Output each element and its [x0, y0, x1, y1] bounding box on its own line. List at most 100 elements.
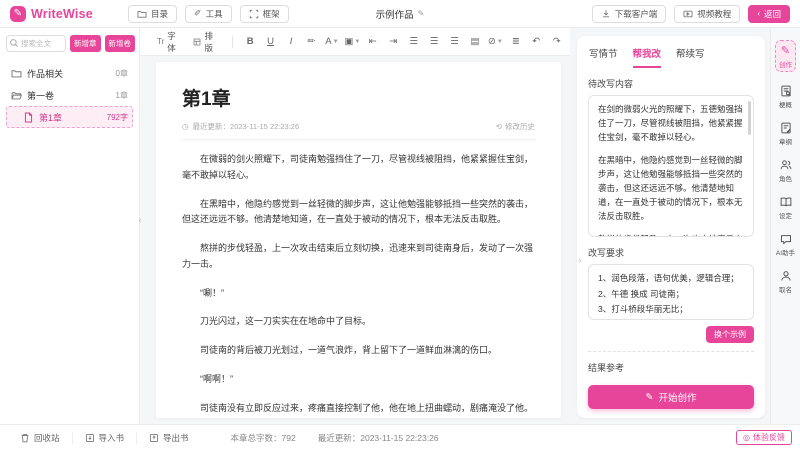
tools-label: 工具 [206, 8, 223, 20]
strip-label: 章纲 [779, 136, 792, 146]
add-chapter-button[interactable]: 新增章 [70, 35, 101, 52]
download-client-button[interactable]: 下载客户端 [592, 5, 667, 23]
trash-icon [20, 433, 30, 443]
rewrite-scrollbar[interactable] [748, 101, 751, 135]
tree-item-chapter-1[interactable]: 第1章 792字 [6, 106, 133, 128]
clear-format-button[interactable]: ⊘▼ [487, 33, 503, 51]
back-button[interactable]: ‹ 返回 [748, 5, 790, 23]
strip-label: 创作 [779, 59, 792, 69]
revision-history-label: 修改历史 [505, 121, 535, 132]
download-label: 下载客户端 [615, 8, 658, 20]
result-reference-label: 结果参考 [588, 361, 754, 374]
doc-paragraph: “啊啊！” [182, 372, 535, 388]
book-icon [780, 196, 792, 208]
tools-button[interactable]: ✐ 工具 [185, 5, 232, 23]
editor-toolbar: Tr 字体 排版 B U I ✏ A▼ ▣▼ ⇤ ⇥ ☰ ☰ ☰ ▤ ⊘▼ ≣ … [140, 28, 577, 56]
import-book-label: 导入书 [99, 432, 125, 444]
rewrite-content-input[interactable]: 在剑的微弱火光的照耀下，五德勉强挡住了一刀，尽管视线被阻挡，他紧紧握住宝剑，毫不… [588, 95, 754, 237]
doc-paragraph: “唰！” [182, 286, 535, 302]
align-justify-button[interactable]: ▤ [467, 33, 483, 51]
export-book-button[interactable]: 导出书 [136, 432, 201, 444]
strip-label: AI助手 [776, 247, 795, 257]
add-volume-button[interactable]: 新增卷 [105, 35, 136, 52]
search-icon [9, 38, 19, 48]
strip-label: 设定 [779, 210, 792, 220]
rewrite-requirements-input[interactable]: 1、润色段落，语句优美，逻辑合理； 2、午德 换成 司徒南； 3、打斗桥段华丽无… [588, 264, 754, 320]
edit-title-icon[interactable]: ✎ [418, 9, 425, 18]
creation-pen-icon: ✎ [781, 44, 790, 57]
tab-help-rewrite[interactable]: 帮我改 [633, 46, 662, 68]
recycle-bin-button[interactable]: 回收站 [8, 432, 72, 444]
quill-icon: ✎ [646, 392, 654, 403]
frame-label: 框架 [263, 8, 280, 20]
section-divider [588, 351, 754, 352]
last-updated-status: 最近更新：2023-11-15 22:23:26 [318, 432, 439, 444]
tab-write-plot[interactable]: 写情节 [589, 46, 618, 68]
underline-button[interactable]: U [262, 33, 278, 51]
tree-item-count: 792字 [107, 112, 128, 123]
strip-item-naming[interactable]: 取名 [779, 270, 792, 294]
layout-menu-button[interactable]: 排版 [188, 28, 223, 56]
doc-paragraph: 司徒南的背后被刀光划过，一道气浪炸，背上留下了一道鲜血淋漓的伤口。 [182, 343, 535, 359]
import-book-button[interactable]: 导入书 [72, 432, 137, 444]
align-left-button[interactable]: ☰ [405, 33, 421, 51]
app-logo: ✎ WriteWise [10, 6, 128, 22]
pen-icon: ✐ [194, 8, 202, 19]
layout-icon [193, 37, 201, 47]
strip-item-ai-assistant[interactable]: AI助手 [776, 233, 795, 257]
chapter-title: 第1章 [182, 84, 535, 111]
document-scroll-area[interactable]: 第1章 ◷ 最近更新：2023-11-15 22:23:26 ⟲ 修改历史 在微… [140, 56, 577, 424]
requirement-line: 3、打斗桥段华丽无比； [598, 302, 744, 317]
indent-increase-button[interactable]: ⇥ [385, 33, 401, 51]
redo-button[interactable]: ↷ [548, 33, 564, 51]
font-icon: Tr [157, 37, 164, 46]
doc-paragraph: 刀光闪过，这一刀实实在在地命中了目标。 [182, 314, 535, 330]
align-center-button[interactable]: ☰ [426, 33, 442, 51]
logo-text: WriteWise [31, 7, 93, 21]
tree-item-volume-1[interactable]: 第一卷 1章 [6, 84, 133, 106]
tree-item-label: 作品相关 [27, 67, 63, 80]
italic-button[interactable]: I [283, 33, 299, 51]
indent-decrease-button[interactable]: ⇤ [365, 33, 381, 51]
word-count-text: 本章总字数：792 [231, 432, 296, 444]
highlight-button[interactable]: ✏ [303, 33, 319, 51]
clock-icon: ◷ [182, 122, 189, 131]
tree-item-work-related[interactable]: 作品相关 0章 [6, 62, 133, 84]
line-spacing-button[interactable]: ≣ [508, 33, 524, 51]
strip-item-synopsis[interactable]: 梗概 [779, 85, 792, 109]
strip-item-characters[interactable]: 角色 [779, 159, 792, 183]
folder-icon [137, 9, 147, 19]
feedback-button[interactable]: ◎ 体验反馈 [736, 430, 792, 445]
strip-item-chapter-outline[interactable]: 章纲 [779, 122, 792, 146]
frame-button[interactable]: 框架 [240, 5, 289, 23]
feedback-label: 体验反馈 [753, 432, 785, 443]
tab-help-continue[interactable]: 帮续写 [676, 46, 705, 68]
insert-image-button[interactable]: ▣▼ [344, 33, 360, 51]
catalog-button[interactable]: 目录 [128, 5, 177, 23]
font-color-button[interactable]: A▼ [324, 33, 340, 51]
document-page[interactable]: 第1章 ◷ 最近更新：2023-11-15 22:23:26 ⟲ 修改历史 在微… [156, 62, 561, 418]
start-creation-button[interactable]: ✎ 开始创作 [588, 385, 754, 409]
feature-strip: ✎ 创作 梗概 章纲 角色 设定 AI助手 取名 [770, 28, 800, 424]
strip-label: 取名 [779, 284, 792, 294]
undo-button[interactable]: ↶ [528, 33, 544, 51]
bold-button[interactable]: B [242, 33, 258, 51]
align-right-button[interactable]: ☰ [446, 33, 462, 51]
rewrite-paragraph: 在剑的微弱火光的照耀下，五德勉强挡住了一刀，尽管视线被阻挡，他紧紧握住宝剑，毫不… [598, 102, 744, 144]
folder-open-icon [11, 90, 22, 101]
font-menu-button[interactable]: Tr 字体 [152, 28, 184, 56]
editor-area: Tr 字体 排版 B U I ✏ A▼ ▣▼ ⇤ ⇥ ☰ ☰ ☰ ▤ ⊘▼ ≣ … [140, 28, 577, 424]
strip-label: 梗概 [779, 99, 792, 109]
video-tutorial-button[interactable]: 视频教程 [674, 5, 740, 23]
tree-item-count: 1章 [116, 90, 128, 101]
strip-item-creation[interactable]: ✎ 创作 [775, 40, 796, 72]
strip-item-settings[interactable]: 设定 [779, 196, 792, 220]
panel-collapse-handle[interactable]: › [575, 248, 585, 272]
chat-icon [780, 233, 792, 245]
change-example-button[interactable]: 换个示例 [706, 326, 754, 343]
revision-history-button[interactable]: ⟲ 修改历史 [496, 121, 535, 132]
sidebar-collapse-handle[interactable]: ‹ [135, 208, 145, 232]
export-icon [149, 433, 159, 443]
requirement-line: 1、润色段落，语句优美，逻辑合理； [598, 271, 744, 286]
video-icon [683, 9, 693, 19]
